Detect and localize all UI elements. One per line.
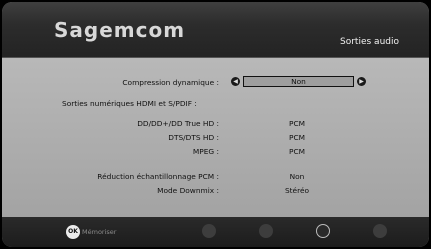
ok-icon[interactable]: OK [66, 225, 80, 239]
dts-label: DTS/DTS HD : [168, 133, 219, 142]
brand-logo: Sagemcom [54, 18, 186, 42]
red-button-icon[interactable] [202, 224, 216, 238]
footer-bar: OK Mémoriser [2, 217, 429, 247]
resampling-value[interactable]: Non [267, 172, 327, 181]
dd-label: DD/DD+/DD True HD : [137, 119, 219, 128]
header-bar: Sagemcom Sorties audio [2, 2, 429, 58]
green-button-icon[interactable] [259, 224, 273, 238]
dd-value[interactable]: PCM [267, 119, 327, 128]
digital-outputs-label: Sorties numériques HDMI et S/PDIF : [62, 99, 197, 108]
compression-selector[interactable]: ◀ Non ▶ [231, 76, 366, 87]
right-arrow-icon[interactable]: ▶ [357, 77, 366, 86]
blue-button-icon[interactable] [373, 224, 387, 238]
settings-panel: Compression dynamique : ◀ Non ▶ Sorties … [2, 58, 429, 217]
compression-value[interactable]: Non [243, 76, 354, 87]
downmix-value[interactable]: Stéréo [267, 186, 327, 195]
yellow-button-icon[interactable] [316, 224, 330, 238]
mpeg-label: MPEG : [192, 147, 219, 156]
page-title: Sorties audio [340, 37, 399, 47]
left-arrow-icon[interactable]: ◀ [231, 77, 240, 86]
compression-label: Compression dynamique : [122, 78, 219, 87]
ok-label: Mémoriser [82, 228, 117, 236]
mpeg-value[interactable]: PCM [267, 147, 327, 156]
dts-value[interactable]: PCM [267, 133, 327, 142]
downmix-label: Mode Downmix : [157, 186, 219, 195]
resampling-label: Réduction échantillonnage PCM : [97, 172, 219, 181]
tv-screen: Sagemcom Sorties audio Compression dynam… [2, 2, 429, 247]
